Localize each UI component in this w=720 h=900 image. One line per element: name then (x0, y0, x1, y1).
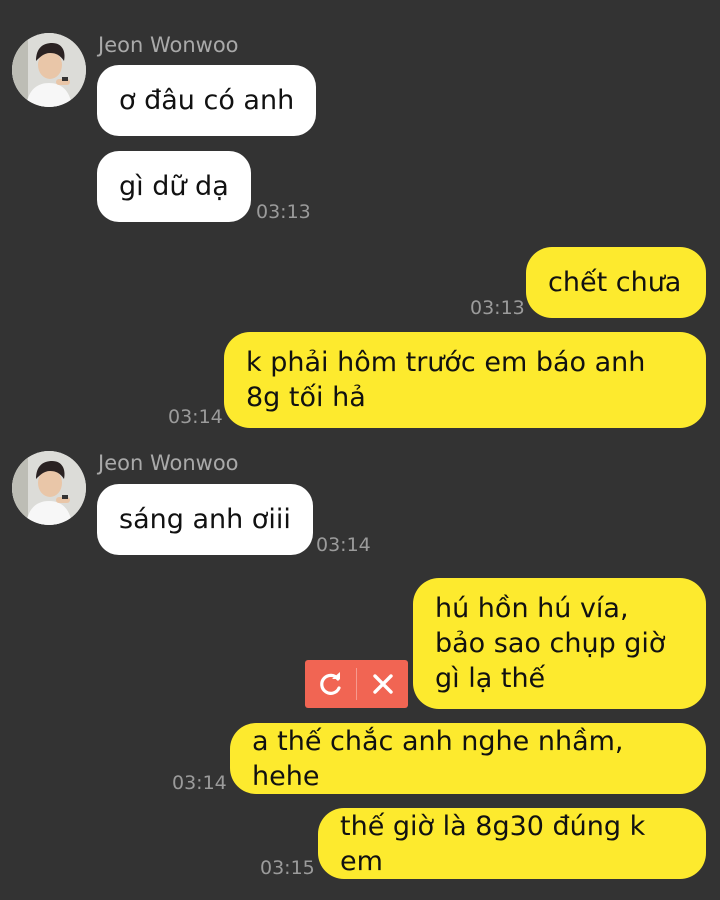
outgoing-message-failed[interactable]: hú hồn hú vía, bảo sao chụp giờ gì lạ th… (413, 578, 706, 709)
retry-icon (319, 672, 341, 695)
close-icon (372, 674, 393, 694)
incoming-message[interactable]: sáng anh ơiii (97, 484, 313, 555)
outgoing-message[interactable]: a thế chắc anh nghe nhầm, hehe (230, 723, 706, 794)
message-time: 03:15 (260, 857, 315, 879)
outgoing-message[interactable]: k phải hôm trước em báo anh 8g tối hả (224, 332, 706, 428)
sender-name: Jeon Wonwoo (98, 451, 239, 475)
outgoing-message[interactable]: chết chưa (526, 247, 706, 318)
contact-avatar[interactable] (12, 33, 86, 107)
message-time: 03:14 (172, 772, 227, 794)
message-time: 03:13 (470, 297, 525, 319)
failed-message-actions (305, 660, 408, 708)
delete-button[interactable] (357, 660, 408, 708)
message-time: 03:14 (168, 406, 223, 428)
message-time: 03:14 (316, 534, 371, 556)
avatar-photo (12, 33, 86, 107)
incoming-message[interactable]: ơ đâu có anh (97, 65, 317, 136)
avatar-photo (12, 451, 86, 525)
message-time: 03:13 (256, 201, 311, 223)
retry-button[interactable] (305, 660, 356, 708)
outgoing-message[interactable]: thế giờ là 8g30 đúng k em (318, 808, 706, 879)
incoming-message[interactable]: gì dữ dạ (97, 151, 251, 222)
sender-name: Jeon Wonwoo (98, 33, 239, 57)
contact-avatar[interactable] (12, 451, 86, 525)
